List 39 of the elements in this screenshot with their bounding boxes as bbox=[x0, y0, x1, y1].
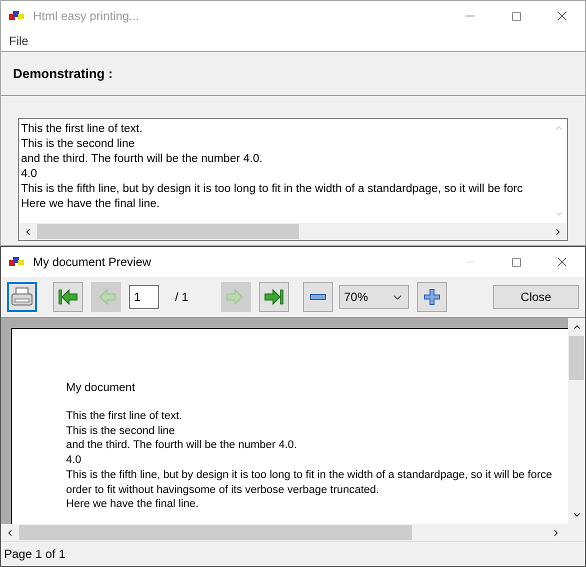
printer-icon bbox=[11, 287, 33, 307]
print-button[interactable] bbox=[7, 282, 37, 312]
text-line: and the third. The fourth will be the number 4.0. bbox=[21, 152, 262, 167]
page-nav-button[interactable] bbox=[53, 282, 83, 312]
text-line: 4.0 bbox=[21, 167, 37, 182]
app-logo-icon bbox=[9, 10, 25, 22]
text-line: This is the second line bbox=[21, 137, 135, 152]
document-line: This the first line of text. bbox=[66, 409, 182, 424]
menu-item[interactable]: File bbox=[9, 32, 28, 50]
scrollbar-thumb[interactable] bbox=[569, 336, 584, 380]
zoom-out-button[interactable] bbox=[303, 282, 333, 312]
page-number-field[interactable]: 1 bbox=[129, 285, 159, 309]
window-title: My document Preview bbox=[33, 254, 152, 271]
zoom-in-button[interactable] bbox=[417, 282, 447, 312]
minus-icon bbox=[310, 294, 326, 300]
heading-label: Demonstrating : bbox=[13, 64, 113, 83]
window-title: Html easy printing... bbox=[33, 8, 140, 25]
plus-icon bbox=[424, 289, 440, 305]
close-button[interactable]: Close bbox=[493, 285, 579, 309]
text-line: Here we have the final line. bbox=[21, 197, 160, 212]
status-text: Page 1 of 1 bbox=[4, 546, 66, 563]
document-line: This is the second line bbox=[66, 424, 175, 438]
page-total-label: / 1 bbox=[174, 289, 190, 306]
text-area[interactable] bbox=[18, 118, 568, 241]
page-nav-button[interactable] bbox=[259, 282, 289, 312]
text-line: This is the fifth line, but by design it is too long to fit in the width of a standardpage, so it will be forc bbox=[21, 182, 523, 197]
app-logo-icon bbox=[9, 256, 25, 268]
first-page-arrow-icon bbox=[58, 287, 78, 307]
text-line: This the first line of text. bbox=[21, 122, 142, 137]
document-title: My document bbox=[66, 381, 136, 396]
document-line: 4.0 bbox=[66, 453, 82, 468]
zoom-dropdown[interactable]: 70% bbox=[339, 285, 409, 309]
scrollbar-thumb[interactable] bbox=[19, 525, 412, 540]
document-line: order to fit without havingsome of its verbose verbage truncated. bbox=[66, 482, 380, 498]
last-page-arrow-icon bbox=[264, 287, 284, 307]
scrollbar-thumb[interactable] bbox=[37, 224, 299, 239]
document-line: This is the fifth line, but by design it is too long to fit in the width of a standardpage, so it will be force bbox=[66, 468, 552, 483]
document-line: and the third. The fourth will be the number 4.0. bbox=[66, 438, 297, 454]
document-line: Here we have the final line. bbox=[66, 497, 199, 512]
